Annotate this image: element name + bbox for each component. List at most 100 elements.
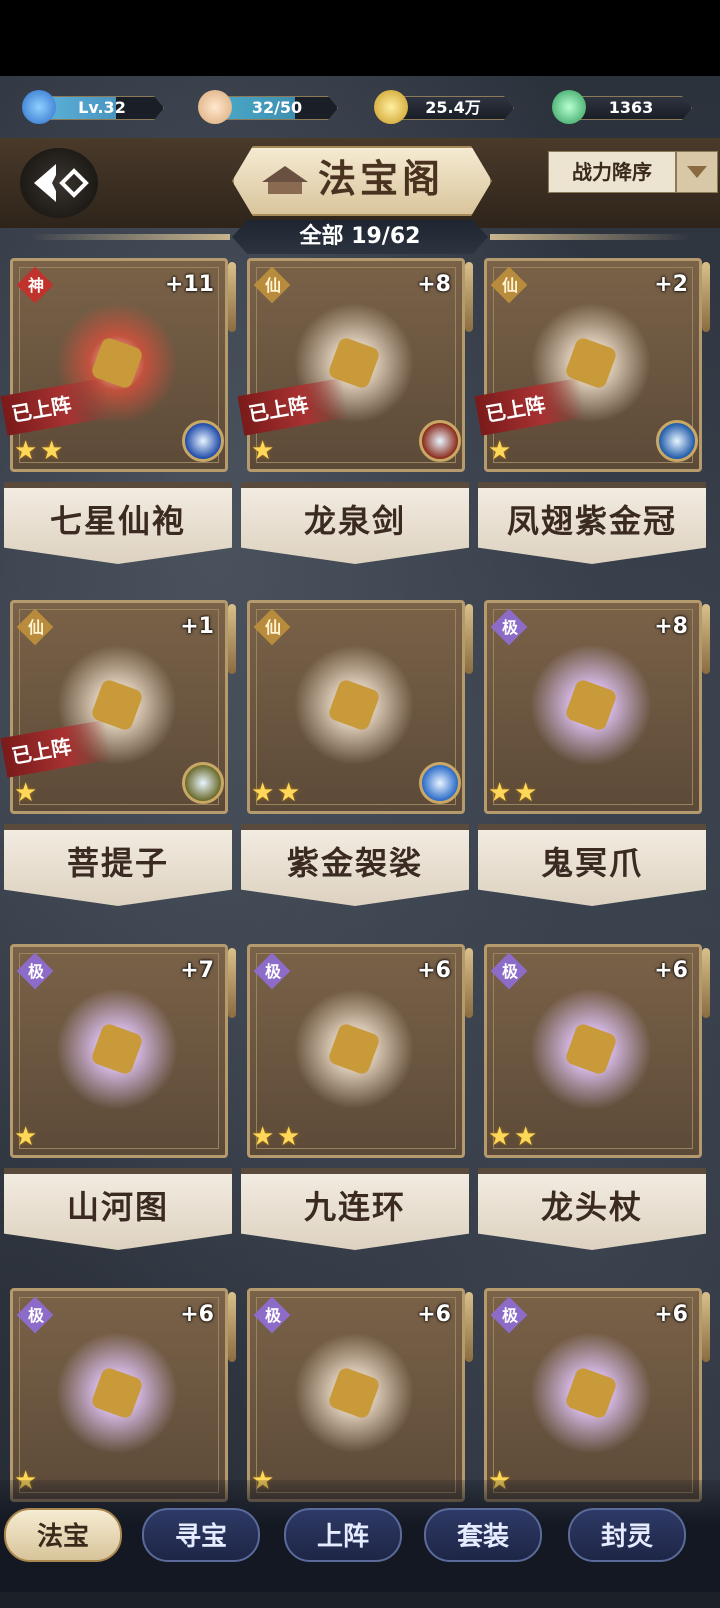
- grade-text: 仙: [264, 618, 281, 637]
- divider-left: [30, 234, 230, 240]
- tassel-ornament: [702, 1292, 710, 1362]
- tassel-ornament: [465, 604, 473, 674]
- skill-icon: [656, 420, 698, 462]
- enhance-level: +6: [417, 958, 451, 983]
- grade-text: 极: [501, 962, 518, 981]
- treasure-icon: [329, 1368, 379, 1418]
- treasure-art: [526, 1328, 656, 1458]
- treasure-icon: [566, 680, 616, 730]
- treasure-card[interactable]: 仙 +8 已上阵 ★ 龙泉剑: [237, 258, 473, 578]
- treasure-name: 鬼冥爪: [540, 844, 643, 882]
- back-button[interactable]: [20, 148, 98, 218]
- treasure-name: 凤翅紫金冠: [506, 502, 677, 540]
- tab-shangzhen[interactable]: 上阵: [284, 1508, 402, 1562]
- treasure-card[interactable]: 仙 +1 已上阵 ★ 菩提子: [0, 600, 236, 920]
- treasure-icon: [329, 680, 379, 730]
- grade-text: 仙: [264, 276, 281, 295]
- tab-taozhuang[interactable]: 套装: [424, 1508, 542, 1562]
- tab-fengling[interactable]: 封灵: [568, 1508, 686, 1562]
- tassel-ornament: [702, 262, 710, 332]
- grade-text: 神: [27, 276, 44, 295]
- jade-icon: [552, 90, 586, 124]
- star-icon: ★: [488, 1122, 512, 1152]
- enhance-level: +2: [654, 272, 688, 297]
- grade-text: 极: [501, 1306, 518, 1325]
- enhance-level: +6: [180, 1302, 214, 1327]
- star-rating: ★: [14, 780, 40, 808]
- grade-text: 仙: [27, 618, 44, 637]
- status-bar: [0, 0, 720, 76]
- grade-text: 极: [264, 1306, 281, 1325]
- pavilion-icon: [262, 166, 308, 194]
- tassel-ornament: [228, 1292, 236, 1362]
- star-icon: ★: [488, 778, 512, 808]
- energy-indicator[interactable]: 32/50: [198, 90, 338, 124]
- star-rating: ★ ★: [488, 780, 540, 808]
- skill-icon: [182, 762, 224, 804]
- grade-badge: 仙: [253, 266, 291, 304]
- star-icon: ★: [14, 1122, 38, 1152]
- treasure-card[interactable]: 极 +6 ★ ★ 龙头杖: [478, 944, 710, 1264]
- treasure-card[interactable]: 极 +7 ★ 山河图: [4, 944, 236, 1264]
- divider-right: [490, 234, 690, 240]
- gems-value: 1363: [608, 98, 654, 117]
- tassel-ornament: [465, 1292, 473, 1362]
- sort-dropdown[interactable]: 战力降序: [548, 151, 718, 193]
- treasure-art: [526, 640, 656, 770]
- grade-badge: 极: [490, 1296, 528, 1334]
- star-rating: ★: [488, 438, 514, 466]
- skill-icon: [419, 762, 461, 804]
- star-rating: ★: [14, 1124, 40, 1152]
- treasure-art: [526, 984, 656, 1114]
- star-icon: ★: [488, 436, 512, 466]
- enhance-level: +8: [654, 614, 688, 639]
- coins-indicator[interactable]: 25.4万: [374, 90, 514, 124]
- skill-icon: [419, 420, 461, 462]
- treasure-card[interactable]: 仙 +2 已上阵 ★ 凤翅紫金冠: [474, 258, 710, 578]
- coins-value: 25.4万: [425, 98, 481, 117]
- treasure-name: 菩提子: [66, 844, 169, 882]
- tassel-ornament: [702, 604, 710, 674]
- treasure-card[interactable]: 极 +6 ★ ★ 九连环: [241, 944, 473, 1264]
- treasure-art: [52, 984, 182, 1114]
- treasure-name: 七星仙袍: [49, 502, 186, 540]
- tab-xunbao[interactable]: 寻宝: [142, 1508, 260, 1562]
- treasure-name: 九连环: [303, 1188, 406, 1226]
- treasure-card[interactable]: 极 +8 ★ ★ 鬼冥爪: [478, 600, 710, 920]
- grade-badge: 极: [16, 1296, 54, 1334]
- grade-text: 仙: [501, 276, 518, 295]
- enhance-level: +11: [164, 272, 214, 297]
- star-icon: ★: [14, 436, 38, 466]
- treasure-art: [52, 1328, 182, 1458]
- treasure-card[interactable]: 仙 ★ ★ 紫金袈裟: [241, 600, 473, 920]
- star-rating: ★ ★: [14, 438, 66, 466]
- grade-badge: 极: [490, 608, 528, 646]
- star-rating: ★ ★: [251, 1124, 303, 1152]
- treasure-art: [289, 640, 419, 770]
- treasure-art: [289, 1328, 419, 1458]
- enhance-level: +7: [180, 958, 214, 983]
- chevron-down-icon[interactable]: [676, 151, 718, 193]
- grade-text: 极: [501, 618, 518, 637]
- star-icon: ★: [251, 1122, 275, 1152]
- level-indicator: Lv.32: [22, 90, 164, 124]
- enhance-level: +6: [417, 1302, 451, 1327]
- tassel-ornament: [228, 948, 236, 1018]
- energy-value: 32/50: [251, 98, 303, 117]
- treasure-icon: [566, 1024, 616, 1074]
- star-icon: ★: [14, 778, 38, 808]
- star-rating: ★ ★: [488, 1124, 540, 1152]
- grade-badge: 神: [16, 266, 54, 304]
- enhance-level: +8: [417, 272, 451, 297]
- treasure-name: 山河图: [66, 1188, 169, 1226]
- grade-badge: 极: [253, 952, 291, 990]
- gems-indicator[interactable]: 1363: [552, 90, 692, 124]
- star-icon: ★: [277, 778, 301, 808]
- page-title: 法宝阁: [318, 157, 445, 201]
- tab-fabao[interactable]: 法宝: [4, 1508, 122, 1562]
- treasure-name: 龙泉剑: [303, 502, 406, 540]
- treasure-name: 紫金袈裟: [286, 844, 423, 882]
- treasure-card[interactable]: 神 +11 已上阵 ★ ★ 七星仙袍: [0, 258, 236, 578]
- star-icon: ★: [277, 1122, 301, 1152]
- treasure-art: [289, 984, 419, 1114]
